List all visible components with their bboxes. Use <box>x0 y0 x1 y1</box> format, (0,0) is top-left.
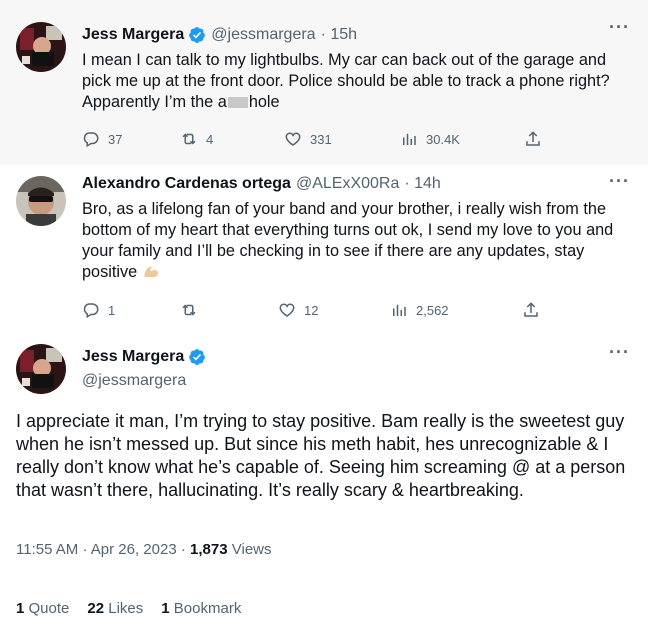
like-button[interactable]: 331 <box>284 130 332 148</box>
author-handle[interactable]: @jessmargera <box>211 26 315 44</box>
more-options-icon[interactable]: ··· <box>609 17 630 38</box>
share-button[interactable] <box>522 301 540 319</box>
repost-icon <box>182 133 196 145</box>
tweet-header: Jess Margera @jessmargera · 15h <box>82 26 357 44</box>
more-options-icon[interactable]: ··· <box>609 171 630 192</box>
share-icon <box>526 131 540 146</box>
reply-icon <box>83 132 99 148</box>
reply-icon <box>83 303 99 319</box>
tweet-header: Alexandro Cardenas ortega @ALExX00Ra · 1… <box>82 175 441 193</box>
tweet-alexandro[interactable]: Alexandro Cardenas ortega @ALExX00Ra · 1… <box>0 165 648 340</box>
analytics-icon <box>403 133 416 145</box>
avatar[interactable] <box>16 344 66 394</box>
post-date[interactable]: Apr 26, 2023 <box>91 541 177 558</box>
verified-badge-icon <box>189 27 206 43</box>
repost-icon <box>182 304 196 316</box>
timestamp[interactable]: · 14h <box>404 175 440 193</box>
author-name[interactable]: Alexandro Cardenas ortega <box>82 175 291 193</box>
views-label: Views <box>231 541 272 558</box>
avatar[interactable] <box>16 22 66 72</box>
repost-button[interactable]: 4 <box>180 130 213 148</box>
views-count: 1,873 <box>190 541 228 558</box>
flexed-biceps-icon <box>144 266 158 277</box>
heart-icon <box>279 303 295 317</box>
tweet-text: I appreciate it man, I’m trying to stay … <box>16 411 626 500</box>
likes-link[interactable]: 22 Likes <box>87 600 143 617</box>
redaction-block <box>227 97 248 109</box>
analytics-icon <box>393 304 406 316</box>
more-options-icon[interactable]: ··· <box>609 342 630 363</box>
author-row: Jess Margera <box>82 348 206 366</box>
repost-count: 4 <box>206 131 214 147</box>
bookmarks-link[interactable]: 1 Bookmark <box>161 600 241 617</box>
author-handle[interactable]: @jessmargera <box>82 372 186 390</box>
verified-badge-icon <box>189 349 206 365</box>
share-icon <box>524 302 538 317</box>
reply-count: 1 <box>108 302 116 318</box>
tweet-text: I mean I can talk to my lightbulbs. My c… <box>82 51 610 111</box>
reply-button[interactable]: 37 <box>82 130 122 148</box>
reply-button[interactable]: 1 <box>82 301 115 319</box>
views-count: 2,562 <box>416 302 449 318</box>
tweet-jess-1[interactable]: Jess Margera @jessmargera · 15h ··· I me… <box>0 0 648 165</box>
reply-count: 37 <box>108 131 123 147</box>
author-handle[interactable]: @ALExX00Ra <box>296 175 399 193</box>
main-tweet: Jess Margera @jessmargera ··· I apprecia… <box>0 340 648 618</box>
action-bar: 37 4 331 30.4K <box>82 130 552 150</box>
views-button[interactable]: 2,562 <box>390 301 449 319</box>
views-button[interactable]: 30.4K <box>400 130 460 148</box>
post-time[interactable]: 11:55 AM <box>16 541 78 558</box>
engagement-stats: 1 Quote 22 Likes 1 Bookmark <box>16 600 241 617</box>
heart-icon <box>285 132 301 146</box>
like-count: 12 <box>304 302 319 318</box>
avatar[interactable] <box>16 176 66 226</box>
like-count: 331 <box>310 131 332 147</box>
views-count: 30.4K <box>426 131 460 147</box>
like-button[interactable]: 12 <box>278 301 318 319</box>
share-button[interactable] <box>524 130 542 148</box>
quotes-link[interactable]: 1 Quote <box>16 600 69 617</box>
tweet-text: Bro, as a lifelong fan of your band and … <box>82 200 614 281</box>
tweet-meta: 11:55 AM · Apr 26, 2023 · 1,873 Views <box>16 541 272 558</box>
timestamp[interactable]: · 15h <box>321 26 357 44</box>
author-name[interactable]: Jess Margera <box>82 26 184 44</box>
author-name[interactable]: Jess Margera <box>82 348 184 366</box>
repost-button[interactable] <box>180 301 206 319</box>
action-bar: 1 12 2,562 <box>82 301 552 321</box>
